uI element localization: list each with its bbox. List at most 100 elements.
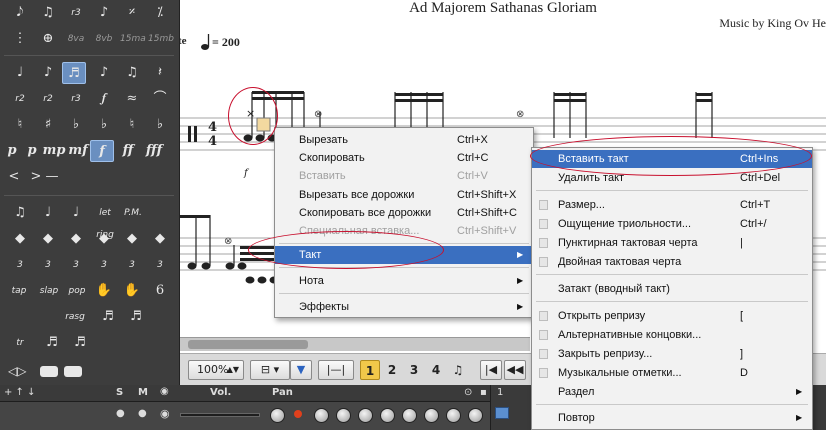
- octave-down-icon[interactable]: 8vb: [92, 28, 116, 50]
- menu-item-open-repeat[interactable]: Открыть репризу [: [532, 307, 812, 325]
- trill-3c-icon[interactable]: 3: [64, 254, 88, 276]
- record-indicator[interactable]: [294, 410, 302, 418]
- octave-up-icon[interactable]: 8va: [64, 28, 88, 50]
- slide-icon[interactable]: ♩: [64, 202, 88, 224]
- dynamic-fff[interactable]: fff: [142, 140, 166, 162]
- dynamic-ff[interactable]: ff: [116, 140, 140, 162]
- effect-knob-4[interactable]: [380, 408, 395, 423]
- palm-mute-icon[interactable]: P.M.: [118, 202, 148, 224]
- voice-3-button[interactable]: 3: [404, 360, 424, 380]
- palette-bottom-tools[interactable]: ◁▷: [6, 360, 90, 382]
- rasgueado-icon[interactable]: rasg: [60, 306, 90, 328]
- grace-note-icon[interactable]: 𝅘𝅥𝅮: [8, 2, 32, 24]
- two-octaves-up-icon[interactable]: 15ma: [120, 28, 146, 50]
- solo-toggle[interactable]: ●: [116, 408, 125, 419]
- string-number-icon[interactable]: 6: [148, 280, 172, 302]
- go-start-button[interactable]: |◀: [480, 360, 502, 380]
- trill-3d-icon[interactable]: 3: [92, 254, 116, 276]
- rest-icon[interactable]: 𝄽: [148, 62, 172, 84]
- crescendo-icon[interactable]: <: [2, 166, 26, 188]
- sixty-fourth-note-icon[interactable]: ♫: [120, 62, 144, 84]
- menu-item-anacrusis[interactable]: Затакт (вводный такт): [532, 280, 812, 298]
- menu-item-repeat[interactable]: Повтор ▶: [532, 409, 812, 427]
- menu-item-alternate-endings[interactable]: Альтернативные концовки...: [532, 326, 812, 344]
- pan-knob[interactable]: [270, 408, 285, 423]
- menu-item-paste[interactable]: Вставить Ctrl+V: [275, 167, 533, 185]
- tuplet-icon[interactable]: r3: [64, 2, 88, 24]
- effect-knob-2[interactable]: [336, 408, 351, 423]
- effect-knob-8[interactable]: [468, 408, 483, 423]
- dynamic-p[interactable]: p: [20, 140, 44, 162]
- eye-icon[interactable]: ◉: [160, 386, 169, 397]
- pickstroke-up-icon[interactable]: ♬: [96, 306, 120, 328]
- double-flat-icon[interactable]: ♭: [92, 114, 116, 136]
- triplet-icon[interactable]: r3: [64, 88, 88, 110]
- settings-icon[interactable]: ⊙: [464, 387, 472, 398]
- menu-item-time-signature[interactable]: Размер... Ctrl+T: [532, 196, 812, 214]
- menu-item-copy-all-tracks[interactable]: Скопировать все дорожки Ctrl+Shift+C: [275, 204, 533, 222]
- page-layout-button[interactable]: ⊟ ▾: [250, 360, 290, 380]
- fermata-icon[interactable]: 𝆑: [92, 88, 116, 110]
- grace-before-icon[interactable]: ♫: [8, 202, 32, 224]
- dynamic-mf[interactable]: mf: [66, 140, 90, 162]
- multitrack-button[interactable]: |—|: [318, 360, 354, 380]
- mute-toggle[interactable]: ●: [138, 408, 147, 419]
- courtesy-natural-icon[interactable]: ♮: [120, 114, 144, 136]
- flat-icon[interactable]: ♭: [64, 114, 88, 136]
- left-hand-icon[interactable]: ✋: [92, 280, 116, 302]
- trill-3e-icon[interactable]: 3: [120, 254, 144, 276]
- menu-item-cut[interactable]: Вырезать Ctrl+X: [275, 131, 533, 149]
- zoom-select[interactable]: 100% ▲▼: [188, 360, 244, 380]
- pickstroke-down-icon[interactable]: ♬: [124, 306, 148, 328]
- effect-knob-3[interactable]: [358, 408, 373, 423]
- pop-icon[interactable]: pop: [62, 280, 92, 302]
- menu-item-effects[interactable]: Эффекты ▶: [275, 298, 533, 316]
- trill-3b-icon[interactable]: 3: [36, 254, 60, 276]
- right-hand-icon[interactable]: ✋: [120, 280, 144, 302]
- mute-header[interactable]: M: [138, 387, 148, 398]
- note-icon[interactable]: ♪: [92, 2, 116, 24]
- menu-item-double-barline[interactable]: Двойная тактовая черта: [532, 253, 812, 271]
- beam-icon[interactable]: ♫: [36, 2, 60, 24]
- slap-icon[interactable]: slap: [34, 280, 64, 302]
- menu-item-note[interactable]: Нота ▶: [275, 272, 533, 290]
- tapped-harmonic-icon[interactable]: ◆: [64, 228, 88, 250]
- horizontal-scrollbar[interactable]: [180, 337, 530, 351]
- menu-item-triplet-feel[interactable]: Ощущение триольности... Ctrl+/: [532, 215, 812, 233]
- effect-knob-1[interactable]: [314, 408, 329, 423]
- coda-icon[interactable]: ⊕: [36, 28, 60, 50]
- menu-item-musical-directions[interactable]: Музыкальные отметки... D: [532, 364, 812, 382]
- eighth-note-icon[interactable]: ♪: [36, 62, 60, 84]
- track-row[interactable]: ● ● ◉: [0, 402, 490, 430]
- thirty-second-note-icon[interactable]: ♪: [92, 62, 116, 84]
- courtesy-flat-icon[interactable]: ♭: [148, 114, 172, 136]
- duplet-alt-icon[interactable]: r2: [36, 88, 60, 110]
- scrollbar-thumb[interactable]: [188, 340, 308, 349]
- voice-pair-icon[interactable]: ♫: [448, 360, 468, 380]
- effect-knob-5[interactable]: [402, 408, 417, 423]
- close-icon[interactable]: ▪: [480, 387, 487, 398]
- menu-item-close-repeat[interactable]: Закрыть репризу... ]: [532, 345, 812, 363]
- dynamic-mp[interactable]: mp: [42, 140, 66, 162]
- menu-item-dotted-barline[interactable]: Пунктирная тактовая черта |: [532, 234, 812, 252]
- eye-icon[interactable]: ◉: [160, 407, 170, 420]
- quarter-note-icon[interactable]: ♩: [8, 62, 32, 84]
- voice-1-button[interactable]: 1: [360, 360, 380, 380]
- tap-icon[interactable]: tap: [4, 280, 34, 302]
- scroll-direction-button[interactable]: ▼: [290, 360, 312, 380]
- tremolo-icon[interactable]: ⁒: [148, 2, 172, 24]
- natural-icon[interactable]: ♮: [8, 114, 32, 136]
- trill-3-icon[interactable]: 3: [8, 254, 32, 276]
- harmonic-icon[interactable]: ◆: [8, 228, 32, 250]
- menu-item-section[interactable]: Раздел ▶: [532, 383, 812, 401]
- solo-header[interactable]: S: [116, 387, 123, 398]
- dynamic-f[interactable]: f: [90, 140, 114, 162]
- repeat-dots-icon[interactable]: ⋮: [8, 28, 32, 50]
- vibrato-icon[interactable]: ≈: [120, 88, 144, 110]
- semi-harmonic-icon[interactable]: ◆: [120, 228, 144, 250]
- add-track-icon[interactable]: + ↑ ↓: [4, 387, 36, 398]
- two-octaves-down-icon[interactable]: 15mb: [148, 28, 174, 50]
- hairpin-icon[interactable]: —: [40, 166, 64, 188]
- slash-icon[interactable]: 𝄎: [120, 2, 144, 24]
- let-ring-icon[interactable]: let ring: [90, 202, 120, 240]
